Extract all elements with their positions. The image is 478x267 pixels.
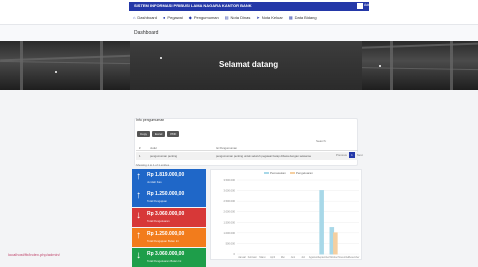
stat-amount: Rp 1.250.000,00	[147, 231, 185, 237]
send-icon: ➤	[256, 15, 260, 20]
y-tick-label: 3.000.000	[223, 189, 235, 193]
nav-item-nota-dinas[interactable]: ▤ Nota Dinas	[225, 15, 251, 20]
prev-button[interactable]: Previous	[336, 153, 347, 157]
stat-amount: Rp 1.250.000,00	[147, 191, 185, 197]
y-tick-label: 0	[234, 252, 236, 256]
arrow-up-icon: ↑	[136, 190, 141, 201]
monthly-chart-card: 3.500.000 3.000.000 2.500.000 2.000.000 1.50…	[210, 169, 362, 260]
page-button[interactable]: 1	[348, 152, 355, 158]
y-tick-label: 2.000.000	[223, 210, 235, 214]
column-content[interactable]: Isi Pengumuman	[216, 146, 237, 150]
x-tick-label: Desember	[348, 256, 359, 259]
bell-icon: ◆	[188, 15, 192, 20]
x-tick-label: Januari	[238, 256, 246, 259]
y-tick-label: 500.000	[226, 241, 236, 245]
column-number[interactable]: #	[139, 146, 141, 150]
export-buttons: Copy Excel PDF	[137, 131, 180, 137]
x-tick-label: September	[318, 256, 330, 259]
stat-card-pengeluaran: ↓ Rp 3.060.000,00 Total Pengeluaran	[132, 208, 206, 227]
stat-label: Total Pengeluaran	[147, 219, 170, 223]
chart-bar	[333, 232, 338, 255]
chart-bar	[319, 190, 324, 255]
stat-card-pengajuan: ↑ Rp 1.250.000,00 Total Pengajuan	[132, 188, 206, 207]
nav-item-pegawai[interactable]: ● Pegawai	[163, 15, 183, 20]
stat-card-pengajuan-bulan-ini: ↑ Rp 1.250.000,00 Total Pengajuan Bulan …	[132, 228, 206, 247]
arrow-down-icon: ↓	[136, 210, 141, 221]
nav-item-pengumuman[interactable]: ◆ Pengumuman	[189, 15, 219, 20]
row-number: 1	[139, 154, 141, 158]
stat-card-pengeluaran-bulan-ini: ↓ Rp 3.060.000,00 Total Pengeluaran Bula…	[132, 248, 206, 267]
pagination: Previous 1 Next	[336, 152, 363, 158]
y-tick-label: 3.500.000	[223, 178, 235, 182]
pdf-button[interactable]: PDF	[167, 131, 180, 137]
row-content: pengumuman penting untuk seluruh pegawai…	[216, 154, 311, 158]
stat-amount: Rp 3.060.000,00	[147, 251, 185, 257]
stat-label: Total Pengajuan Bulan Ini	[147, 239, 179, 243]
page-title: Dashboard	[134, 30, 159, 36]
user-icon: ●	[163, 15, 166, 20]
chart-bar	[329, 227, 335, 255]
table-header: # Judul Isi Pengumuman	[136, 146, 358, 151]
x-tick-label: Februari	[248, 256, 257, 259]
table-row: 1 pengumuman penting pengumuman penting …	[136, 152, 358, 160]
y-tick-label: 2.500.000	[223, 199, 235, 203]
y-tick-label: 1.500.000	[223, 220, 235, 224]
topbar: SISTEM INFORMASI PRIBUSI LAMA NAGARA KAN…	[0, 0, 478, 11]
grid-icon: ▦	[288, 15, 293, 20]
x-tick-label: Mei	[281, 256, 285, 259]
main-nav: ⌂ Dashboard ● Pegawai ◆ Pengumuman ▤ Nota Di…	[0, 11, 478, 25]
legend-item[interactable]: Pemasukan	[264, 171, 286, 175]
doc-icon: ▤	[224, 15, 229, 20]
breadcrumb: Dashboard	[0, 25, 478, 41]
nav-item-data-bidang[interactable]: ▦ Data Bidang	[289, 15, 317, 20]
x-tick-label: April	[270, 256, 275, 259]
arrow-up-icon: ↑	[136, 230, 141, 241]
user-name[interactable]: Admin	[364, 3, 374, 7]
app-title: SISTEM INFORMASI PRIBUSI LAMA NAGARA KAN…	[134, 3, 252, 8]
chart-legend: Pemasukan Pengeluaran	[264, 171, 313, 175]
nav-item-nota-keluar[interactable]: ➤ Nota Keluar	[256, 15, 282, 20]
search-label: Search:	[316, 139, 327, 143]
monthly-chart: 3.500.000 3.000.000 2.500.000 2.000.000 1.50…	[223, 178, 359, 259]
excel-button[interactable]: Excel	[152, 131, 166, 137]
home-icon: ⌂	[133, 15, 136, 20]
x-tick-label: Maret	[259, 256, 265, 259]
announcement-heading: Info pengumuman	[136, 118, 165, 122]
stat-card-kas: ↑ Rp 1.819.000,00 Jumlah Kas	[132, 169, 206, 188]
x-tick-label: Juli	[301, 256, 305, 259]
row-title: pengumuman penting	[150, 154, 178, 158]
x-tick-label: Juni	[291, 256, 296, 259]
stat-label: Total Pengajuan	[147, 199, 168, 203]
next-button[interactable]: Next	[357, 153, 363, 157]
x-tick-label: Oktober	[329, 256, 338, 259]
stat-amount: Rp 3.060.000,00	[147, 211, 185, 217]
legend-item[interactable]: Pengeluaran	[289, 171, 313, 175]
hero-title: Selamat datang	[219, 60, 279, 69]
hero-banner: Selamat datang	[0, 41, 478, 90]
topbar-banner: SISTEM INFORMASI PRIBUSI LAMA NAGARA KAN…	[129, 2, 374, 11]
avatar[interactable]	[357, 3, 363, 9]
column-title[interactable]: Judul	[150, 146, 157, 150]
status-url: localhost/fb/index.php/admin/	[8, 252, 60, 257]
nav-item-dashboard[interactable]: ⌂ Dashboard	[133, 15, 157, 20]
table-info: Showing 1 to 1 of 1 entries	[136, 163, 170, 167]
stat-amount: Rp 1.819.000,00	[147, 172, 185, 178]
stat-label: Jumlah Kas	[147, 180, 162, 184]
y-tick-label: 1.000.000	[223, 231, 235, 235]
copy-button[interactable]: Copy	[137, 131, 151, 137]
arrow-up-icon: ↑	[136, 171, 141, 182]
